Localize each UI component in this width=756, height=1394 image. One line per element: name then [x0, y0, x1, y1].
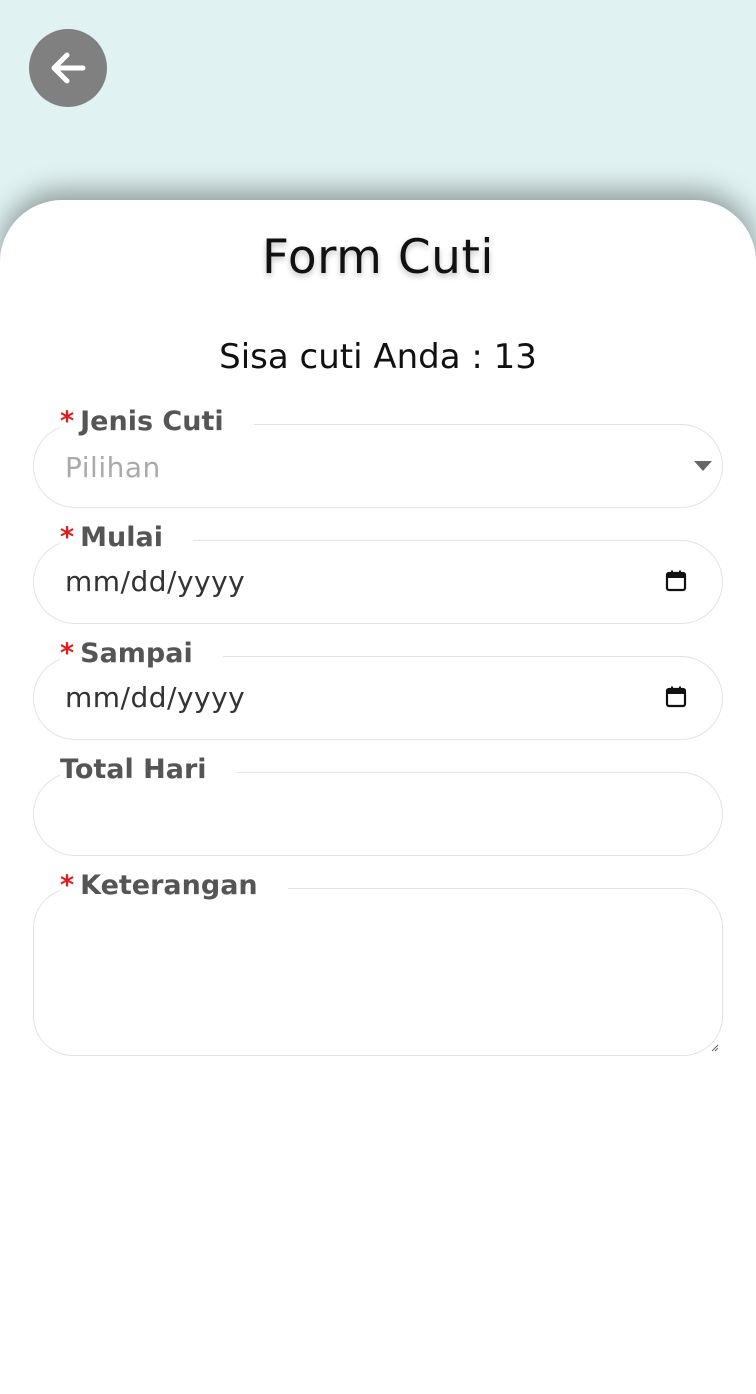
calendar-icon[interactable] — [664, 685, 688, 709]
keterangan-textarea[interactable] — [33, 888, 723, 1056]
leave-quota-text: Sisa cuti Anda : 13 — [219, 337, 537, 377]
sampai-date-value: mm/dd/yyyy — [65, 681, 246, 714]
mulai-label: * Mulai — [60, 521, 193, 555]
required-mark: * — [60, 638, 75, 669]
required-mark: * — [60, 406, 75, 437]
required-mark: * — [60, 870, 75, 901]
total-hari-label: Total Hari — [60, 753, 237, 787]
jenis-cuti-placeholder: Pilihan — [65, 451, 161, 484]
mulai-date-value: mm/dd/yyyy — [65, 565, 246, 598]
required-mark: * — [60, 522, 75, 553]
arrow-left-icon — [51, 52, 86, 84]
sampai-label: * Sampai — [60, 637, 223, 671]
calendar-icon[interactable] — [664, 569, 688, 593]
resize-handle-icon[interactable] — [711, 1044, 719, 1052]
jenis-cuti-label: * Jenis Cuti — [60, 405, 254, 439]
keterangan-label: * Keterangan — [60, 869, 288, 903]
page-title: Form Cuti — [262, 230, 494, 285]
chevron-down-icon — [694, 461, 712, 471]
back-button[interactable] — [29, 29, 107, 107]
